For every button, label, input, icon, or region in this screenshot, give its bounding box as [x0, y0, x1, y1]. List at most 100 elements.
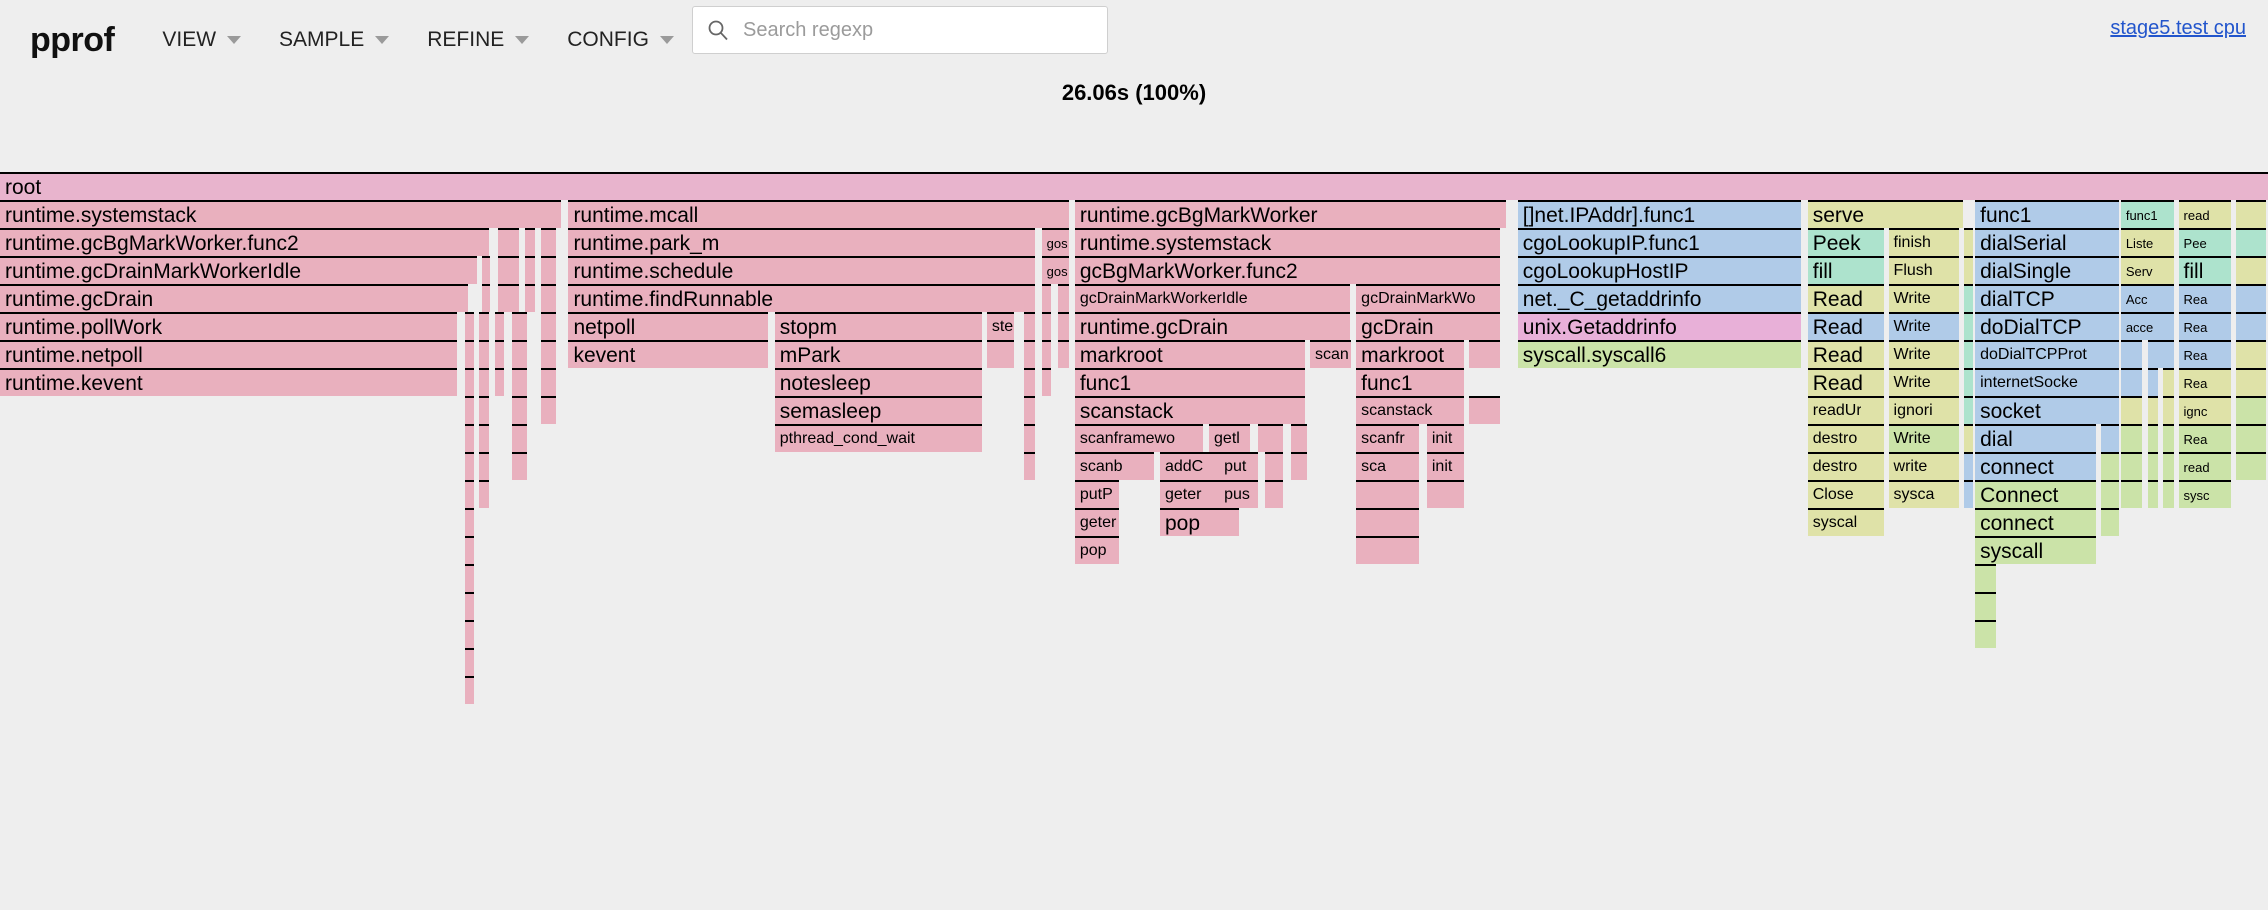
flame-box-write[interactable]: Write	[1888, 312, 1959, 340]
flame-box-runtime-findrunnable[interactable]: runtime.findRunnable	[568, 284, 1036, 312]
flame-box[interactable]	[2148, 368, 2158, 396]
flame-box[interactable]	[1468, 340, 1500, 368]
flame-box-pee[interactable]: Pee	[2178, 228, 2232, 256]
flame-box[interactable]	[2162, 396, 2174, 424]
flame-box[interactable]	[1861, 396, 1880, 424]
flame-box[interactable]	[2236, 424, 2266, 452]
flame-box-runtime-gcdrain[interactable]: runtime.gcDrain	[1074, 312, 1350, 340]
flame-box-read[interactable]: Read	[1807, 340, 1884, 368]
flame-box-net-c-getaddrinfo[interactable]: net._C_getaddrinfo	[1517, 284, 1802, 312]
flame-box-read[interactable]: read	[2178, 452, 2232, 480]
flame-box-write[interactable]: write	[1888, 452, 1959, 480]
flame-box-cgolookupip-func1[interactable]: cgoLookupIP.func1	[1517, 228, 1802, 256]
flame-box[interactable]	[1468, 396, 1500, 424]
flame-box-scanb[interactable]: scanb	[1074, 452, 1154, 480]
flame-box[interactable]	[2162, 480, 2174, 508]
flame-box-dial[interactable]: dial	[1975, 424, 2096, 452]
flame-box[interactable]	[2120, 452, 2142, 480]
flame-box[interactable]	[478, 340, 489, 368]
flame-box[interactable]	[497, 284, 519, 312]
flame-box-write[interactable]: Write	[1888, 424, 1959, 452]
flame-box[interactable]	[1024, 424, 1036, 452]
flame-box[interactable]	[1024, 368, 1036, 396]
flame-box[interactable]	[1963, 284, 1974, 312]
flame-box[interactable]	[541, 340, 557, 368]
flame-box[interactable]	[986, 340, 1014, 368]
flame-box-gos[interactable]: gos	[1041, 256, 1069, 284]
flame-box-pop[interactable]: pop	[1159, 508, 1239, 536]
flame-box[interactable]	[2120, 480, 2142, 508]
flame-box-gcdrain[interactable]: gcDrain	[1356, 312, 1500, 340]
flame-box-rea[interactable]: Rea	[2178, 424, 2232, 452]
flame-box[interactable]	[1024, 396, 1036, 424]
flame-box-runtime-kevent[interactable]: runtime.kevent	[0, 368, 457, 396]
flame-box[interactable]	[1041, 368, 1052, 396]
flame-box-syscall[interactable]: syscall	[1975, 536, 2096, 564]
flame-box[interactable]	[1963, 256, 1974, 284]
flame-box-runtime-gcbgmarkworker-func2[interactable]: runtime.gcBgMarkWorker.func2	[0, 228, 489, 256]
flame-box[interactable]	[1291, 424, 1307, 452]
flame-box-notesleep[interactable]: notesleep	[774, 368, 982, 396]
flame-box[interactable]	[464, 452, 475, 480]
flame-box-serve[interactable]: serve	[1807, 200, 1963, 228]
flame-box-mpark[interactable]: mPark	[774, 340, 982, 368]
flame-box-runtime-systemstack[interactable]: runtime.systemstack	[1074, 228, 1500, 256]
flame-box[interactable]	[464, 592, 475, 620]
flame-box-socket[interactable]: socket	[1975, 396, 2119, 424]
flame-box[interactable]	[464, 676, 475, 704]
flame-box[interactable]	[481, 284, 490, 312]
flame-box-pthread-cond-wait[interactable]: pthread_cond_wait	[774, 424, 982, 452]
flame-box[interactable]	[494, 312, 505, 340]
flame-box-write[interactable]: Write	[1888, 368, 1959, 396]
flame-box[interactable]	[1963, 452, 1974, 480]
menu-view[interactable]: VIEW	[162, 28, 242, 52]
flame-box[interactable]	[2236, 256, 2266, 284]
flame-box-geter[interactable]: geter	[1074, 508, 1119, 536]
flame-box[interactable]	[2236, 284, 2266, 312]
flame-box[interactable]	[1041, 284, 1052, 312]
flame-box[interactable]	[2236, 228, 2266, 256]
flame-box-func1[interactable]: func1	[2120, 200, 2174, 228]
menu-config[interactable]: CONFIG	[567, 28, 674, 52]
flame-box[interactable]	[1291, 452, 1307, 480]
flame-box-rea[interactable]: Rea	[2178, 284, 2232, 312]
flame-box[interactable]	[494, 340, 505, 368]
flame-box-gcdrainmarkwo[interactable]: gcDrainMarkWo	[1356, 284, 1500, 312]
flame-box-rea[interactable]: Rea	[2178, 312, 2232, 340]
flame-box[interactable]	[1265, 452, 1284, 480]
flame-box-root[interactable]: root	[0, 172, 2268, 200]
flame-box-markroot[interactable]: markroot	[1356, 340, 1464, 368]
menu-sample[interactable]: SAMPLE	[279, 28, 390, 52]
flame-box[interactable]	[2100, 508, 2119, 536]
flame-box[interactable]	[497, 256, 519, 284]
flame-box[interactable]	[1258, 424, 1284, 452]
flame-box[interactable]	[464, 480, 475, 508]
flame-box[interactable]	[2120, 396, 2142, 424]
search-input[interactable]	[741, 17, 1081, 43]
flame-box-syscal[interactable]: syscal	[1807, 508, 1884, 536]
flame-box[interactable]	[1356, 480, 1420, 508]
flame-box[interactable]	[464, 620, 475, 648]
flame-box[interactable]	[497, 228, 519, 256]
flame-box[interactable]	[478, 480, 489, 508]
flame-box-func1[interactable]: func1	[1074, 368, 1306, 396]
flame-box-markroot[interactable]: markroot	[1074, 340, 1306, 368]
flame-box-put[interactable]: put	[1219, 452, 1258, 480]
flame-box-liste[interactable]: Liste	[2120, 228, 2174, 256]
flame-box[interactable]	[525, 284, 535, 312]
flame-box[interactable]	[1975, 564, 1997, 592]
flame-box-syscall-syscall6[interactable]: syscall.syscall6	[1517, 340, 1802, 368]
flame-box-acce[interactable]: acce	[2120, 312, 2174, 340]
flame-box[interactable]	[2148, 480, 2158, 508]
flame-box[interactable]	[541, 228, 557, 256]
flame-box[interactable]	[1861, 480, 1880, 508]
flame-box-scanfr[interactable]: scanfr	[1356, 424, 1420, 452]
flame-box-gos[interactable]: gos	[1041, 228, 1069, 256]
flame-box[interactable]	[464, 564, 475, 592]
flame-box[interactable]	[512, 368, 528, 396]
flame-box-rea[interactable]: Rea	[2178, 340, 2232, 368]
flame-box[interactable]	[2148, 340, 2174, 368]
flame-box[interactable]	[1024, 452, 1036, 480]
flame-box[interactable]	[1975, 620, 1997, 648]
flame-box-scanstack[interactable]: scanstack	[1074, 396, 1306, 424]
